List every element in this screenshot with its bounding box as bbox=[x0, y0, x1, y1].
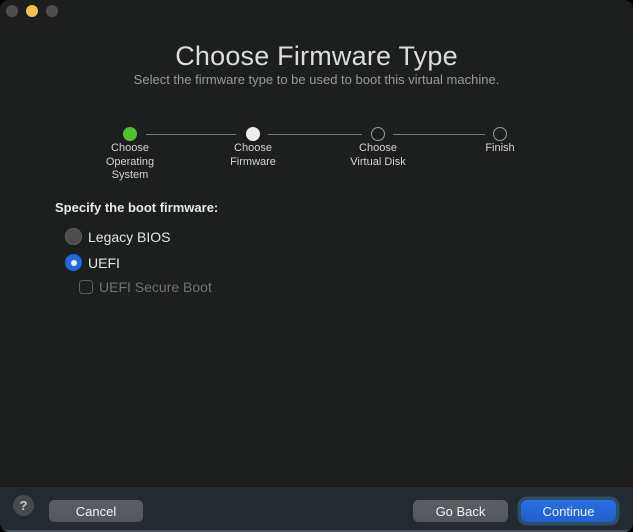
radio-unselected-icon[interactable] bbox=[65, 228, 82, 245]
page-title: Choose Firmware Type bbox=[0, 41, 633, 72]
boot-firmware-section-label: Specify the boot firmware: bbox=[55, 200, 218, 215]
step-label-choose-firmware: Choose Firmware bbox=[203, 142, 303, 169]
radio-selected-icon[interactable] bbox=[65, 254, 82, 271]
wizard-window: Choose Firmware Type Select the firmware… bbox=[0, 0, 633, 532]
radio-uefi-label: UEFI bbox=[88, 255, 120, 271]
checkbox-unchecked-icon[interactable] bbox=[79, 280, 93, 294]
help-button[interactable]: ? bbox=[13, 495, 34, 516]
continue-button[interactable]: Continue bbox=[521, 500, 616, 522]
window-close-button bbox=[6, 5, 18, 17]
go-back-button[interactable]: Go Back bbox=[413, 500, 508, 522]
step-label-choose-virtual-disk: Choose Virtual Disk bbox=[328, 142, 428, 169]
window-minimize-button[interactable] bbox=[26, 5, 38, 17]
step-dot-completed bbox=[123, 127, 137, 141]
checkbox-uefi-secure-boot-label: UEFI Secure Boot bbox=[99, 279, 212, 295]
step-dot-current bbox=[246, 127, 260, 141]
step-label-finish: Finish bbox=[450, 142, 550, 156]
checkbox-uefi-secure-boot[interactable]: UEFI Secure Boot bbox=[79, 279, 212, 295]
radio-uefi[interactable]: UEFI bbox=[65, 254, 120, 271]
cancel-button[interactable]: Cancel bbox=[49, 500, 143, 522]
step-dot-pending bbox=[493, 127, 507, 141]
step-dot-pending bbox=[371, 127, 385, 141]
window-zoom-button bbox=[46, 5, 58, 17]
step-connector bbox=[146, 134, 236, 136]
titlebar bbox=[0, 0, 633, 24]
step-label-choose-operating-system: Choose Operating System bbox=[80, 142, 180, 183]
radio-legacy-bios-label: Legacy BIOS bbox=[88, 229, 171, 245]
step-connector bbox=[268, 134, 362, 136]
page-subtitle: Select the firmware type to be used to b… bbox=[0, 72, 633, 87]
step-connector bbox=[393, 134, 485, 136]
radio-legacy-bios[interactable]: Legacy BIOS bbox=[65, 228, 171, 245]
footer-bar: ? Cancel Go Back Continue bbox=[0, 486, 633, 532]
